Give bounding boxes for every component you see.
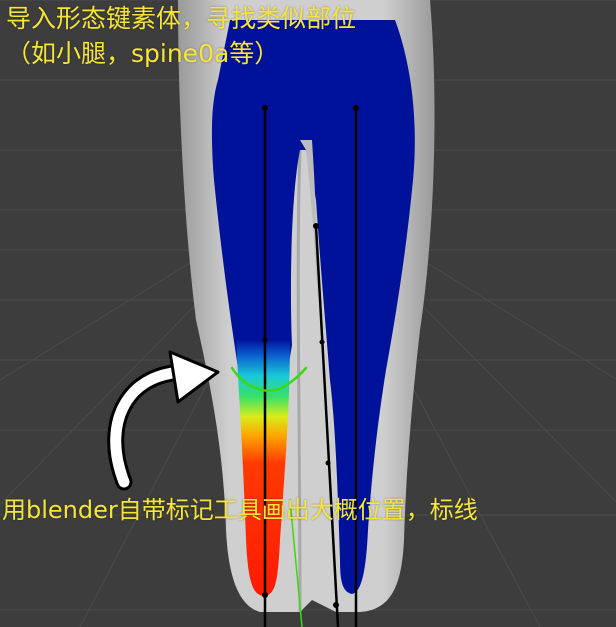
annotation-line-3: 用blender自带标记工具画出大概位置，标线 xyxy=(2,496,478,524)
3d-viewport[interactable]: 导入形态键素体，寻找类似部位 （如小腿，spine0a等） 用blender自带… xyxy=(0,0,616,627)
annotation-line-1: 导入形态键素体，寻找类似部位 xyxy=(6,4,357,33)
curved-arrow-icon xyxy=(107,350,220,491)
viewport-scene[interactable] xyxy=(0,0,616,627)
annotation-line-2: （如小腿，spine0a等） xyxy=(6,39,280,68)
